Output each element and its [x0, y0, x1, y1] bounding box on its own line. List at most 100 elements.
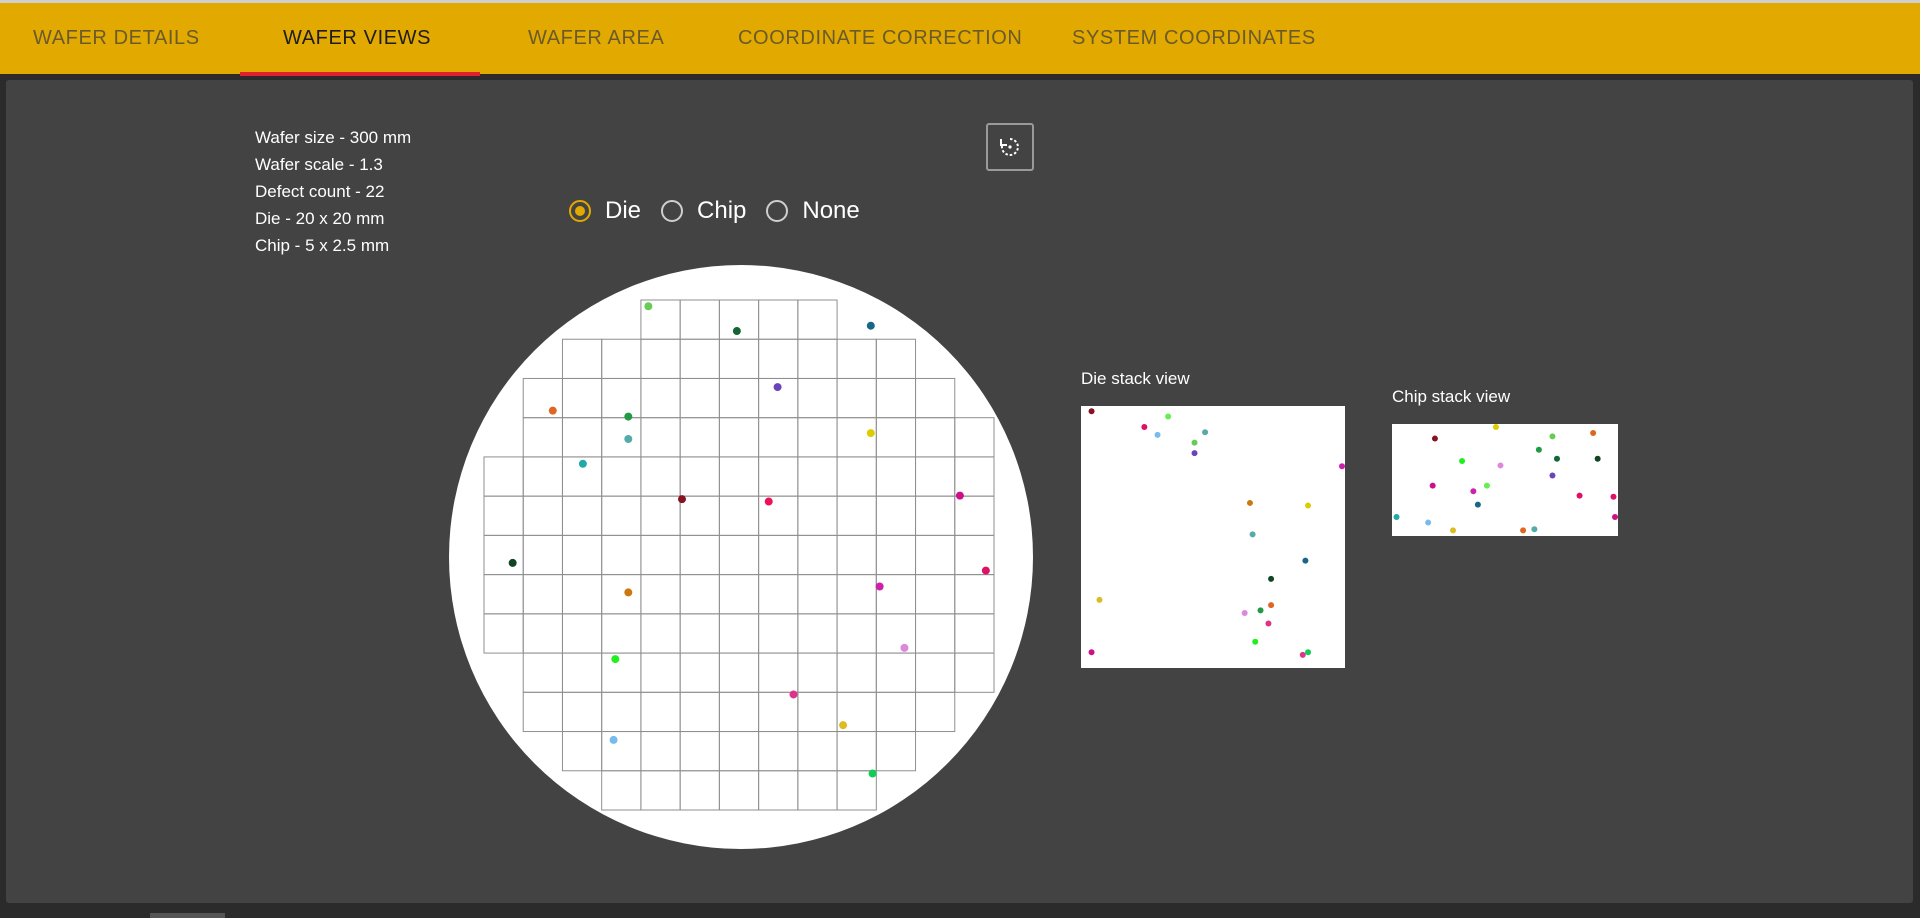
radio-none-label: None [802, 197, 860, 224]
chip-stack-point [1431, 435, 1438, 442]
chip-stack-point [1393, 513, 1400, 520]
die-stack-point [1191, 450, 1198, 457]
chip-stack-point [1492, 424, 1499, 430]
die-stack-point [1241, 609, 1248, 616]
tab-coordinate-correction[interactable]: COORDINATE CORRECTION [738, 3, 1022, 74]
chip-stack-point [1553, 455, 1560, 462]
chip-stack-point [1535, 446, 1542, 453]
defect-point[interactable] [732, 327, 741, 336]
die-stack-point [1165, 413, 1172, 420]
radio-die-label: Die [605, 197, 642, 224]
defect-point[interactable] [624, 588, 633, 597]
chip-stack-point [1590, 429, 1597, 436]
wafer-disc [449, 265, 1033, 849]
defect-point[interactable] [839, 721, 848, 730]
tab-wafer-views[interactable]: WAFER VIEWS [283, 3, 431, 74]
bottom-scroll-indicator [150, 913, 225, 918]
wafer-size-text: Wafer size - 300 mm [255, 128, 412, 147]
wafer-views-panel: Wafer size - 300 mm Wafer scale - 1.3 De… [6, 80, 1913, 903]
defect-point[interactable] [508, 558, 517, 567]
defect-point[interactable] [678, 495, 686, 504]
radio-die-indicator[interactable] [569, 200, 591, 222]
defect-point[interactable] [609, 735, 618, 744]
active-tab-underline [240, 72, 480, 76]
chip-stack-point [1429, 482, 1436, 489]
tab-system-coordinates[interactable]: SYSTEM COORDINATES [1072, 3, 1316, 74]
chip-size-text: Chip - 5 x 2.5 mm [255, 236, 390, 255]
chip-stack-point [1612, 513, 1618, 520]
wafer-info: Wafer size - 300 mm Wafer scale - 1.3 De… [255, 124, 411, 259]
die-stack-point [1191, 439, 1198, 446]
die-stack-point [1268, 575, 1275, 582]
tab-wafer-area[interactable]: WAFER AREA [528, 3, 664, 74]
chip-stack-point [1470, 488, 1477, 495]
die-stack-point [1202, 429, 1209, 436]
die-stack-point [1088, 408, 1095, 415]
die-stack-point [1268, 602, 1275, 609]
radio-chip[interactable]: Chip [661, 197, 746, 225]
defect-point[interactable] [624, 412, 633, 421]
die-stack-point [1305, 502, 1312, 509]
chip-stack-point [1576, 492, 1583, 499]
chip-stack-point [1483, 482, 1490, 489]
die-stack-point [1299, 651, 1306, 658]
defect-point[interactable] [611, 655, 620, 664]
chip-stack-point [1549, 472, 1556, 479]
radio-chip-indicator[interactable] [661, 200, 684, 222]
defect-point[interactable] [773, 383, 782, 392]
die-stack-point [1141, 423, 1148, 430]
chip-stack-point [1594, 455, 1601, 462]
wafer-map[interactable] [446, 262, 1036, 852]
radio-none[interactable]: None [766, 197, 860, 225]
defect-point[interactable] [866, 321, 875, 330]
die-size-text: Die - 20 x 20 mm [255, 209, 385, 228]
die-stack-plot [1088, 408, 1345, 658]
tab-wafer-details[interactable]: WAFER DETAILS [33, 3, 200, 74]
defect-count-text: Defect count - 22 [255, 182, 385, 201]
defect-point[interactable] [900, 643, 909, 652]
wafer-scale-text: Wafer scale - 1.3 [255, 155, 383, 174]
chip-stack-point [1497, 462, 1504, 469]
defect-point[interactable] [789, 690, 798, 699]
die-stack-point [1339, 463, 1345, 470]
radio-die[interactable]: Die [569, 197, 641, 225]
refresh-button[interactable] [986, 123, 1034, 171]
view-mode-radio-group: Die Chip None [569, 197, 880, 225]
die-stack-point [1154, 431, 1161, 438]
defect-point[interactable] [866, 429, 875, 438]
defect-point[interactable] [548, 406, 557, 415]
die-stack-view [1081, 406, 1345, 668]
die-stack-point [1305, 649, 1312, 656]
chip-stack-point [1610, 493, 1617, 500]
die-stack-point [1249, 531, 1256, 538]
radio-none-indicator[interactable] [766, 200, 789, 222]
chip-stack-point [1474, 501, 1481, 508]
chip-stack-point [1459, 457, 1466, 464]
die-stack-point [1257, 607, 1264, 614]
defect-point[interactable] [868, 769, 877, 778]
tab-bar: WAFER DETAILS WAFER VIEWS WAFER AREA COO… [0, 0, 1920, 76]
chip-stack-view [1392, 424, 1618, 536]
defect-point[interactable] [764, 497, 773, 506]
defect-point[interactable] [875, 582, 884, 591]
chip-stack-point [1450, 527, 1457, 534]
defect-point[interactable] [981, 566, 990, 575]
chip-stack-point [1531, 526, 1538, 533]
die-stack-point [1265, 620, 1272, 627]
die-stack-point [1302, 557, 1309, 564]
die-stack-point [1252, 638, 1259, 645]
die-stack-point [1088, 649, 1095, 656]
defect-point[interactable] [624, 435, 633, 443]
die-stack-point [1096, 596, 1103, 603]
chip-stack-title: Chip stack view [1392, 387, 1511, 406]
radio-chip-label: Chip [697, 197, 747, 224]
die-stack-point [1246, 499, 1253, 506]
defect-point[interactable] [955, 491, 964, 500]
chip-stack-point [1549, 433, 1556, 440]
chip-stack-point [1520, 527, 1527, 534]
defect-point[interactable] [578, 459, 587, 468]
refresh-icon [1000, 138, 1019, 156]
chip-stack-point [1425, 519, 1432, 526]
chip-stack-plot [1393, 424, 1618, 534]
defect-point[interactable] [644, 302, 653, 311]
